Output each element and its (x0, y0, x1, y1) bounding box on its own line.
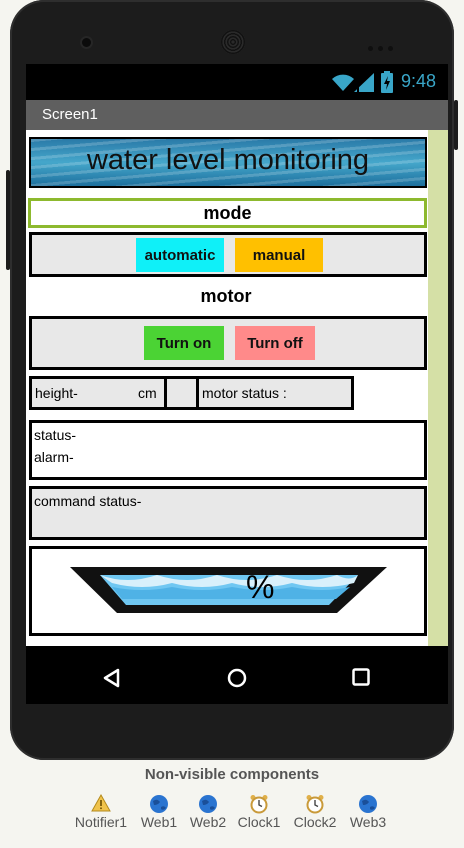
nonvisible-item-label: Web3 (349, 814, 387, 830)
wifi-icon (332, 74, 354, 91)
device-screen: 9:48 Screen1 water level monitoring mode… (26, 64, 448, 704)
height-cell: height- cm (29, 376, 169, 410)
command-status-box: command status- (29, 486, 427, 540)
home-icon[interactable] (227, 668, 247, 688)
mode-label-box: mode (28, 198, 427, 228)
power-button (454, 100, 458, 150)
nonvisible-item-label: Clock1 (237, 814, 281, 830)
motor-label: motor (200, 286, 252, 306)
motor-status-cell: motor status : (196, 376, 354, 410)
nonvisible-item-notifier1: Notifier1 (71, 793, 131, 830)
height-value-cell (164, 376, 200, 410)
banner-title: water level monitoring (86, 144, 370, 176)
height-unit: cm (138, 385, 157, 401)
turn-on-button[interactable]: Turn on (144, 326, 224, 360)
nav-bar (26, 646, 448, 704)
globe-icon (199, 795, 217, 813)
nonvisible-item-clock1: Clock1 (229, 794, 289, 830)
warning-icon (91, 793, 111, 812)
recents-icon[interactable] (352, 668, 370, 686)
alarm-clock-icon (306, 795, 324, 814)
turn-off-button[interactable]: Turn off (235, 326, 315, 360)
status-label: status- (34, 427, 77, 443)
nonvisible-item-clock2: Clock2 (285, 794, 345, 830)
title-bar: Screen1 (26, 100, 448, 130)
front-camera (82, 38, 91, 47)
scroll-track[interactable] (428, 130, 448, 646)
nonvisible-item-label: Clock2 (293, 814, 337, 830)
command-status-label: command status- (34, 493, 142, 509)
automatic-button[interactable]: automatic (136, 238, 224, 272)
nonvisible-item-label: Notifier1 (74, 814, 128, 830)
motor-button-row: Turn on Turn off (29, 316, 427, 370)
globe-icon (359, 795, 377, 813)
alarm-clock-icon (250, 795, 268, 814)
height-label: height- (35, 385, 78, 401)
screen-title: Screen1 (42, 106, 98, 123)
globe-icon (150, 795, 168, 813)
nonvisible-title: Non-visible components (144, 766, 320, 783)
header-banner: water level monitoring (29, 137, 427, 188)
earpiece-speaker (221, 30, 245, 54)
back-icon[interactable] (102, 668, 120, 688)
signal-icon (354, 73, 374, 92)
mode-button-row: automatic manual (29, 232, 427, 277)
mode-label: mode (203, 203, 252, 223)
water-tank-icon (70, 567, 387, 613)
nonvisible-item-web3: Web3 (338, 794, 398, 830)
battery-icon (381, 71, 393, 93)
tank-display: % (29, 546, 427, 636)
phone-frame: 9:48 Screen1 water level monitoring mode… (10, 0, 454, 760)
volume-button (6, 170, 10, 270)
status-time: 9:48 (401, 71, 437, 91)
status-box: status- alarm- (29, 420, 427, 480)
manual-button[interactable]: manual (235, 238, 323, 272)
tank-percent: % (246, 569, 275, 605)
status-bar: 9:48 (26, 64, 448, 100)
app-content: water level monitoring mode automatic ma… (26, 130, 448, 646)
alarm-label: alarm- (34, 449, 74, 465)
sensor-dots (368, 38, 398, 51)
motor-status-label: motor status : (202, 385, 287, 401)
